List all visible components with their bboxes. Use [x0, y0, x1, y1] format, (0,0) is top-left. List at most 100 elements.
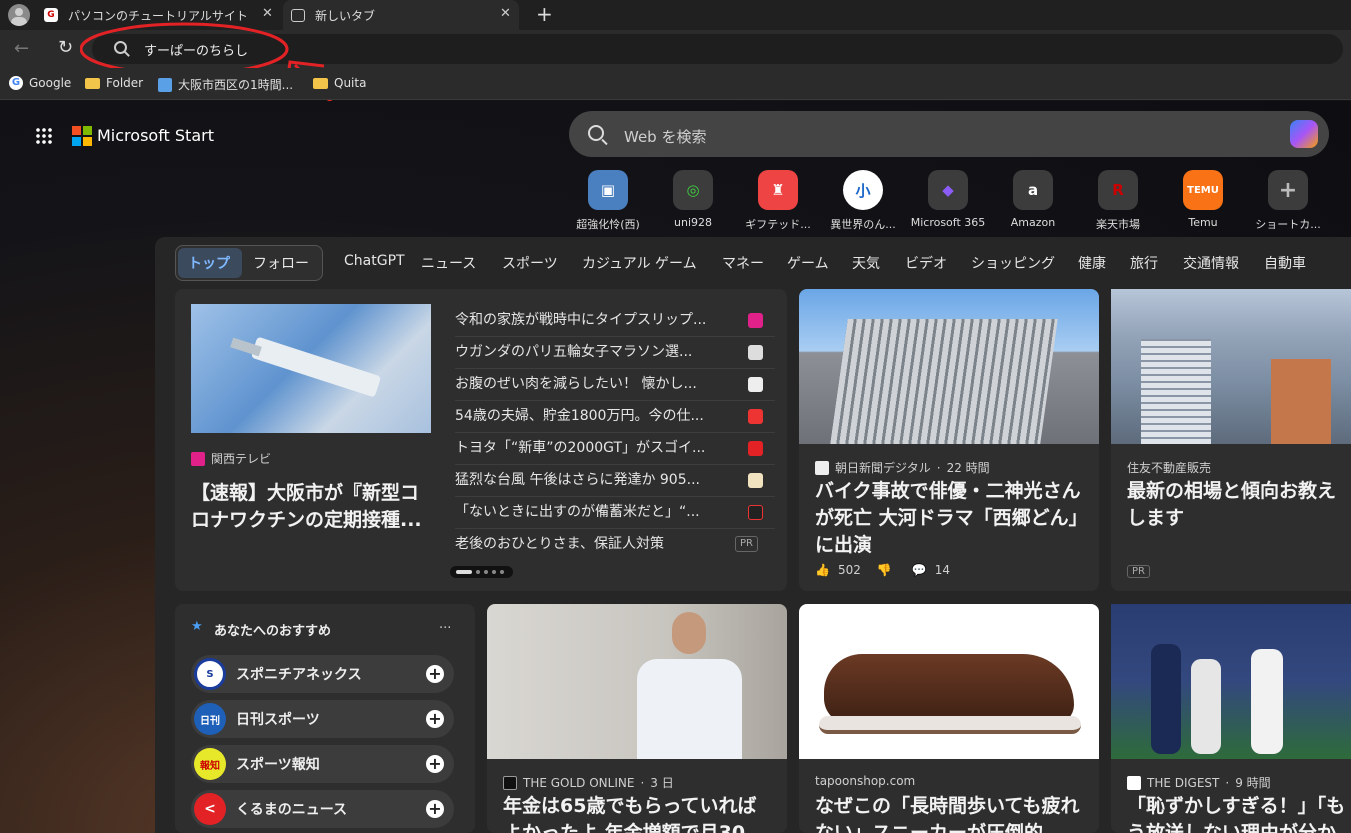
lead-title[interactable]: 【速報】大阪市が『新型コロナワクチンの定期接種...: [191, 480, 434, 534]
card5-source: tapoonshop.com: [815, 774, 916, 788]
plus-icon: +: [1268, 170, 1308, 210]
card2-source: 朝日新聞デジタル · 22 時間: [815, 459, 990, 476]
recommend-item-nikkan[interactable]: 日刊 日刊スポーツ +: [191, 700, 454, 738]
card2-reactions: 👍 502 👎 💬 14: [815, 563, 951, 577]
amazon-icon: a: [1013, 170, 1053, 210]
card2-title[interactable]: バイク事故で俳優・二神光さんが死亡 大河ドラマ「西郷どん」に出演: [815, 478, 1085, 559]
lead-source: 関西テレビ: [191, 450, 271, 467]
card3-title[interactable]: 最新の相場と傾向お教えします: [1127, 478, 1351, 532]
headline-2[interactable]: ウガンダのパリ五輪女子マラソン選...: [455, 337, 775, 367]
comment-icon[interactable]: 💬: [912, 563, 927, 577]
recommend-item-hochi[interactable]: 報知 スポーツ報知 +: [191, 745, 454, 783]
more-options-icon[interactable]: ...: [439, 617, 451, 632]
headline-6[interactable]: 猛烈な台風 午後はさらに発達か 905...: [455, 465, 775, 495]
follow-plus-icon[interactable]: +: [426, 665, 444, 683]
lead-image[interactable]: [191, 304, 431, 433]
source-icon: [748, 409, 763, 424]
source-icon: [748, 505, 763, 520]
headline-4[interactable]: 54歳の夫婦、貯金1800万円。今の仕...: [455, 401, 775, 431]
card-image-city: [1111, 289, 1351, 444]
headline-5[interactable]: トヨタ「“新車”の2000GT」がスゴイ...: [455, 433, 775, 463]
quicklink-add[interactable]: + ショートカ...: [1247, 170, 1329, 232]
follow-plus-icon[interactable]: +: [426, 800, 444, 818]
google-icon: G: [9, 76, 23, 90]
card-image-soccer: [1111, 604, 1351, 759]
bookmark-google[interactable]: G Google: [9, 76, 71, 90]
quicklink-6[interactable]: a Amazon: [992, 170, 1074, 229]
profile-avatar[interactable]: [8, 4, 30, 26]
tab-top-label: トップ: [188, 256, 230, 272]
thumbs-up-icon[interactable]: 👍: [815, 563, 830, 577]
quicklink-8[interactable]: TEMU Temu: [1162, 170, 1244, 229]
bookmark-osaka[interactable]: 大阪市西区の1時間...: [158, 76, 293, 93]
folder-icon: [85, 77, 100, 89]
recommend-item-kuruma[interactable]: < くるまのニュース +: [191, 790, 454, 828]
nav-weather[interactable]: 天気: [852, 253, 880, 273]
headline-8[interactable]: 老後のおひとりさま、保証人対策 PR: [455, 529, 775, 559]
thumbs-down-icon[interactable]: 👎: [877, 563, 892, 577]
quicklink-2[interactable]: ◎ uni928: [652, 170, 734, 229]
bookmark-quita[interactable]: Quita: [313, 76, 366, 90]
carousel-dots[interactable]: [450, 566, 513, 578]
card4-source: THE GOLD ONLINE · 3 日: [503, 774, 674, 791]
isekai-icon: 小: [843, 170, 883, 210]
recommend-item-sponichi[interactable]: S スポニチアネックス +: [191, 655, 454, 693]
kuruma-logo-icon: <: [194, 793, 226, 825]
follow-plus-icon[interactable]: +: [426, 710, 444, 728]
nav-money[interactable]: マネー: [722, 253, 764, 273]
recommend-title: あなたへのおすすめ: [214, 624, 332, 639]
rakuten-icon: R: [1098, 170, 1138, 210]
refresh-icon[interactable]: ↻: [58, 37, 73, 58]
search-placeholder: Web を検索: [624, 128, 707, 146]
nav-games[interactable]: ゲーム: [787, 253, 829, 273]
star-icon: ★: [191, 619, 203, 634]
cube-icon: [158, 77, 172, 92]
microsoft-logo-icon: [72, 126, 92, 146]
card4-title[interactable]: 年金は65歳でもらっていればよかったよ 年金増額で月30...: [503, 793, 773, 833]
pr-badge: PR: [1127, 565, 1150, 578]
nav-chatgpt[interactable]: ChatGPT: [344, 253, 405, 269]
app-icon: ▣: [588, 170, 628, 210]
headline-3[interactable]: お腹のぜい肉を減らしたい！ 懐かし...: [455, 369, 775, 399]
nav-car[interactable]: 自動車: [1264, 253, 1306, 273]
new-tab-button[interactable]: +: [536, 2, 553, 26]
nav-shopping[interactable]: ショッピング: [971, 253, 1055, 273]
nav-travel[interactable]: 旅行: [1130, 253, 1158, 273]
nav-sports[interactable]: スポーツ: [502, 253, 558, 273]
nav-casual-games[interactable]: カジュアル ゲーム: [582, 253, 697, 273]
quicklink-5[interactable]: ◆ Microsoft 365: [907, 170, 989, 229]
nav-news[interactable]: ニュース: [421, 253, 476, 273]
nikkan-logo-icon: 日刊: [194, 703, 226, 735]
m365-icon: ◆: [928, 170, 968, 210]
nav-health[interactable]: 健康: [1078, 253, 1106, 273]
sponichi-logo-icon: S: [194, 658, 226, 690]
quicklink-1[interactable]: ▣ 超強化怜(西): [567, 170, 649, 232]
tab-favicon-icon: G: [44, 8, 58, 22]
quicklink-3[interactable]: ♜ ギフテッド...: [737, 170, 819, 232]
source-icon: [748, 345, 763, 360]
tab-close-icon[interactable]: ✕: [500, 6, 511, 21]
hochi-logo-icon: 報知: [194, 748, 226, 780]
back-icon[interactable]: ←: [14, 38, 29, 59]
quicklink-7[interactable]: R 楽天市場: [1077, 170, 1159, 232]
quicklink-4[interactable]: 小異世界のん...: [822, 170, 904, 232]
follow-plus-icon[interactable]: +: [426, 755, 444, 773]
nav-traffic[interactable]: 交通情報: [1183, 253, 1239, 273]
copilot-icon[interactable]: [1290, 120, 1318, 148]
card5-title[interactable]: なぜこの「長時間歩いても疲れない」スニーカーが圧倒的...: [815, 793, 1085, 833]
card-image-man: [487, 604, 787, 759]
asahi-logo-icon: [815, 460, 829, 475]
bookmark-folder[interactable]: Folder: [85, 76, 143, 90]
tab-follow[interactable]: フォロー: [253, 253, 309, 273]
tab-close-icon[interactable]: ✕: [262, 6, 273, 21]
headline-7[interactable]: 「ないときに出すのが備蓄米だと」“...: [455, 497, 775, 527]
card3-source: 住友不動産販売: [1127, 461, 1212, 475]
folder-icon: [313, 77, 328, 89]
apps-grid-icon[interactable]: [35, 127, 53, 145]
digest-logo-icon: [1127, 775, 1141, 790]
nav-video[interactable]: ビデオ: [905, 253, 947, 273]
gifted-icon: ♜: [758, 170, 798, 210]
card6-title[interactable]: 「恥ずかしすぎる！」「もう放送しない理由が分かった...: [1127, 793, 1351, 833]
headline-1[interactable]: 令和の家族が戦時中にタイプスリップ...: [455, 305, 775, 335]
brand-title[interactable]: Microsoft Start: [97, 126, 214, 145]
